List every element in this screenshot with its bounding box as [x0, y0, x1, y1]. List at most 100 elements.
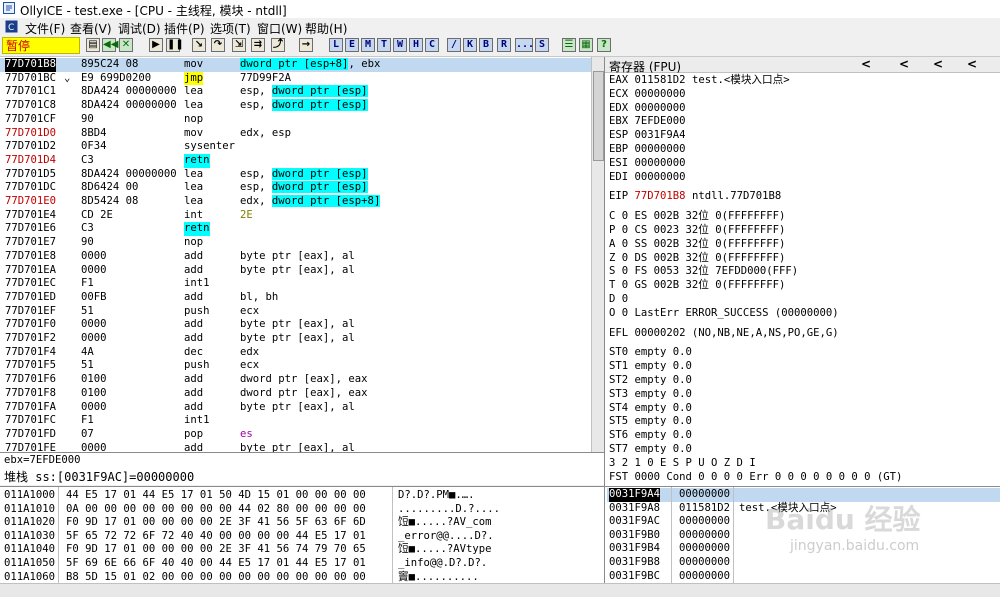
cpu-window-icon[interactable]: C: [5, 20, 18, 33]
fpu-row[interactable]: ST0 empty 0.0: [609, 346, 692, 360]
toolbar-btn-b[interactable]: B: [479, 38, 493, 52]
fpu-row[interactable]: ST4 empty 0.0: [609, 402, 692, 416]
fpu-row[interactable]: ST6 empty 0.0: [609, 429, 692, 443]
flag-row[interactable]: T 0 GS 002B 32位 0(FFFFFFFF): [609, 279, 785, 293]
disasm-row[interactable]: 77D701EA 0000 add byte ptr [eax], al: [0, 264, 591, 278]
menu-window[interactable]: 窗口(W): [257, 20, 302, 37]
disasm-row[interactable]: 77D701F2 0000 add byte ptr [eax], al: [0, 332, 591, 346]
restart-icon[interactable]: ◀◀: [102, 38, 118, 52]
disasm-row[interactable]: 77D701F5 51 push ecx: [0, 359, 591, 373]
disasm-row[interactable]: 77D701E6 C3 retn: [0, 222, 591, 237]
flag-row[interactable]: S 0 FS 0053 32位 7EFDD000(FFF): [609, 265, 798, 279]
toolbar-btn-k[interactable]: K: [463, 38, 477, 52]
grid-icon[interactable]: ▦: [579, 38, 593, 52]
nav-left-icon[interactable]: <: [933, 57, 943, 71]
disasm-row[interactable]: 77D701F6 0100 add dword ptr [eax], eax: [0, 373, 591, 387]
disasm-row[interactable]: 77D701D4 C3 retn: [0, 153, 591, 168]
register-row[interactable]: EBX 7EFDE000: [609, 115, 686, 129]
stack-row[interactable]: 0031F9B8 00000000: [607, 556, 1000, 570]
registers-pane[interactable]: EAX 011581D2 test.<模块入口点> ECX 00000000 EDX…: [605, 57, 1000, 487]
register-row[interactable]: ECX 00000000: [609, 88, 686, 102]
menu-view[interactable]: 查看(V): [70, 20, 112, 37]
flag-row[interactable]: A 0 SS 002B 32位 0(FFFFFFFF): [609, 238, 785, 252]
disasm-row[interactable]: 77D701ED 00FB add bl, bh: [0, 291, 591, 305]
toolbar-btn-r[interactable]: R: [497, 38, 511, 52]
menu-options[interactable]: 选项(T): [210, 20, 251, 37]
trace-into-icon[interactable]: ⇲: [232, 38, 246, 52]
disasm-row[interactable]: 77D701D2 0F34 sysenter: [0, 140, 591, 154]
disasm-row[interactable]: 77D701FC F1 int1: [0, 414, 591, 428]
disasm-row[interactable]: 77D701CF 90 nop: [0, 113, 591, 127]
register-row-eip[interactable]: EIP 77D701B8 ntdll.77D701B8: [609, 190, 781, 204]
disasm-row[interactable]: 77D701D5 8DA424 00000000 lea esp, dword ptr…: [0, 167, 591, 182]
toolbar-btn-c[interactable]: C: [425, 38, 439, 52]
nav-left-icon[interactable]: <: [967, 57, 977, 71]
goto-icon[interactable]: →: [299, 38, 313, 52]
run-icon[interactable]: ▶: [149, 38, 163, 52]
fpu-row[interactable]: ST1 empty 0.0: [609, 360, 692, 374]
menu-file[interactable]: 文件(F): [25, 20, 65, 37]
flag-row[interactable]: Z 0 DS 002B 32位 0(FFFFFFFF): [609, 252, 785, 266]
register-row[interactable]: ESP 0031F9A4: [609, 129, 686, 143]
toolbar-btn-l[interactable]: L: [329, 38, 343, 52]
disasm-row[interactable]: 77D701E8 0000 add byte ptr [eax], al: [0, 250, 591, 264]
disasm-row[interactable]: 77D701FD 07 pop es: [0, 428, 591, 442]
toolbar-btn-w[interactable]: W: [393, 38, 407, 52]
disasm-row[interactable]: 77D701D0 8BD4 mov edx, esp: [0, 127, 591, 141]
toolbar-btn-m[interactable]: M: [361, 38, 375, 52]
register-row[interactable]: EDI 00000000: [609, 171, 686, 185]
register-row[interactable]: EDX 00000000: [609, 102, 686, 116]
disasm-row[interactable]: 77D701EF 51 push ecx: [0, 305, 591, 319]
disasm-row[interactable]: 77D701BC ⌄ E9 699D0200 jmp 77D99F2A: [0, 71, 591, 86]
fpu-row[interactable]: ST7 empty 0.0: [609, 443, 692, 457]
disassembly-scrollbar[interactable]: [591, 57, 605, 452]
disasm-row[interactable]: 77D701E4 CD 2E int 2E: [0, 209, 591, 223]
toolbar-btn-t[interactable]: T: [377, 38, 391, 52]
disasm-row[interactable]: 77D701C8 8DA424 00000000 lea esp, dword ptr…: [0, 99, 591, 113]
trace-over-icon[interactable]: ⇉: [251, 38, 265, 52]
memory-dump-pane[interactable]: 011A1000 44 E5 17 01 44 E5 17 01 50 4D 15…: [0, 487, 604, 583]
disasm-row[interactable]: 77D701F4 4A dec edx: [0, 346, 591, 360]
menu-debug[interactable]: 调试(D): [118, 20, 161, 37]
disasm-row[interactable]: 77D701EC F1 int1: [0, 277, 591, 291]
toolbar-btn-e[interactable]: E: [345, 38, 359, 52]
scrollbar-thumb[interactable]: [593, 71, 604, 161]
fpu-row[interactable]: ST3 empty 0.0: [609, 388, 692, 402]
disasm-row[interactable]: 77D701FA 0000 add byte ptr [eax], al: [0, 401, 591, 415]
toolbar-btn-more[interactable]: ...: [515, 38, 534, 52]
open-icon[interactable]: ▤: [86, 38, 100, 52]
nav-left-icon[interactable]: <: [861, 57, 871, 71]
toolbar-btn-h[interactable]: H: [409, 38, 423, 52]
flag-row[interactable]: P 0 CS 0023 32位 0(FFFFFFFF): [609, 224, 785, 238]
list-icon[interactable]: ☰: [562, 38, 576, 52]
flag-row[interactable]: C 0 ES 002B 32位 0(FFFFFFFF): [609, 210, 785, 224]
menu-help[interactable]: 帮助(H): [305, 20, 347, 37]
flag-row[interactable]: O 0 LastErr ERROR_SUCCESS (00000000): [609, 307, 839, 321]
step-into-icon[interactable]: ↘: [192, 38, 206, 52]
disasm-row[interactable]: 77D701FE 0000 add byte ptr [eax], al: [0, 442, 591, 452]
disasm-row[interactable]: 77D701DC 8D6424 00 lea esp, dword ptr [esp]: [0, 181, 591, 195]
disassembly-pane[interactable]: 77D701B8 895C24 08 mov dword ptr [esp+8], e…: [0, 57, 591, 452]
execute-till-return-icon[interactable]: ⤴: [271, 38, 285, 52]
register-row[interactable]: EBP 00000000: [609, 143, 686, 157]
stack-row[interactable]: 0031F9BC 00000000: [607, 570, 1000, 583]
menu-plugins[interactable]: 插件(P): [164, 20, 205, 37]
fpu-row[interactable]: ST2 empty 0.0: [609, 374, 692, 388]
disasm-row[interactable]: 77D701E7 90 nop: [0, 236, 591, 250]
efl-row[interactable]: EFL 00000202 (NO,NB,NE,A,NS,PO,GE,G): [609, 327, 839, 341]
close-icon[interactable]: ✕: [119, 38, 133, 52]
register-row[interactable]: EAX 011581D2 test.<模块入口点>: [609, 74, 790, 88]
register-row[interactable]: ESI 00000000: [609, 157, 686, 171]
flag-row[interactable]: D 0: [609, 293, 628, 307]
disasm-row[interactable]: 77D701C1 8DA424 00000000 lea esp, dword ptr…: [0, 85, 591, 99]
nav-left-icon[interactable]: <: [899, 57, 909, 71]
disasm-row[interactable]: 77D701F0 0000 add byte ptr [eax], al: [0, 318, 591, 332]
disasm-row[interactable]: 77D701B8 895C24 08 mov dword ptr [esp+8], e…: [0, 58, 591, 72]
help-icon[interactable]: ?: [597, 38, 611, 52]
pause-icon[interactable]: ❚❚: [166, 38, 184, 52]
disasm-row[interactable]: 77D701E0 8D5424 08 lea edx, dword ptr [esp+…: [0, 195, 591, 209]
disasm-row[interactable]: 77D701F8 0100 add dword ptr [eax], eax: [0, 387, 591, 401]
toolbar-btn-s[interactable]: S: [535, 38, 549, 52]
step-over-icon[interactable]: ↷: [211, 38, 225, 52]
toolbar-btn-slash[interactable]: /: [447, 38, 461, 52]
